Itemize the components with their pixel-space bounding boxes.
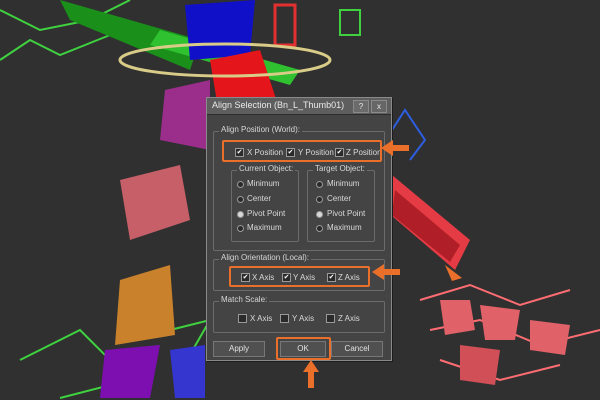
- target-pivot-point-label: Pivot Point: [327, 209, 366, 218]
- red-finger: [440, 300, 475, 335]
- cancel-button[interactable]: Cancel: [331, 341, 383, 357]
- current-maximum-label: Maximum: [247, 223, 282, 232]
- red-finger: [460, 345, 500, 385]
- dialog-titlebar[interactable]: Align Selection (Bn_L_Thumb01) ? x: [207, 98, 391, 115]
- scale-y-axis-label: Y Axis: [292, 314, 315, 323]
- position-highlight-box: [222, 140, 382, 162]
- arrow-up-icon: [303, 360, 319, 388]
- target-pivot-point-radio[interactable]: [316, 211, 323, 218]
- current-minimum-label: Minimum: [247, 179, 280, 188]
- help-button[interactable]: ?: [353, 100, 369, 113]
- blue-block: [185, 0, 255, 60]
- green-rig-curve: [0, 34, 111, 61]
- arrow-left-icon: [372, 264, 400, 280]
- orientation-highlight-box: [229, 266, 370, 287]
- pink-block: [120, 165, 190, 240]
- red-rig-curve: [439, 359, 561, 382]
- current-object-label: Current Object:: [237, 164, 296, 173]
- red-finger: [480, 305, 520, 340]
- green-cube: [339, 9, 361, 36]
- current-center-label: Center: [247, 194, 272, 203]
- match-scale-label: Match Scale:: [219, 295, 270, 304]
- scale-y-axis-checkbox[interactable]: [280, 314, 289, 323]
- scale-z-axis-label: Z Axis: [338, 314, 360, 323]
- red-frame: [273, 3, 297, 47]
- current-minimum-radio[interactable]: [237, 181, 244, 188]
- scale-x-axis-label: X Axis: [250, 314, 273, 323]
- red-finger: [530, 320, 570, 355]
- orange-block: [115, 265, 175, 345]
- arrow-left-icon: [381, 140, 409, 156]
- current-pivot-point-radio[interactable]: [237, 211, 244, 218]
- target-minimum-label: Minimum: [327, 179, 360, 188]
- ok-highlight-box: [276, 337, 331, 360]
- dialog-title: Align Selection (Bn_L_Thumb01): [212, 100, 345, 110]
- current-center-radio[interactable]: [237, 196, 244, 203]
- align-orientation-label: Align Orientation (Local):: [219, 253, 312, 262]
- close-button[interactable]: x: [371, 100, 387, 113]
- current-pivot-point-label: Pivot Point: [247, 209, 286, 218]
- blue-block: [170, 345, 205, 398]
- target-minimum-radio[interactable]: [316, 181, 323, 188]
- target-maximum-radio[interactable]: [316, 225, 323, 232]
- align-selection-dialog[interactable]: Align Selection (Bn_L_Thumb01) ? x Align…: [206, 97, 392, 361]
- target-object-label: Target Object:: [313, 164, 367, 173]
- apply-button[interactable]: Apply: [213, 341, 265, 357]
- target-maximum-label: Maximum: [327, 223, 362, 232]
- green-bone: [60, 0, 200, 70]
- purple-block: [160, 80, 210, 150]
- target-center-radio[interactable]: [316, 196, 323, 203]
- align-position-label: Align Position (World):: [219, 125, 302, 134]
- target-center-label: Center: [327, 194, 352, 203]
- current-maximum-radio[interactable]: [237, 225, 244, 232]
- scale-z-axis-checkbox[interactable]: [326, 314, 335, 323]
- scale-x-axis-checkbox[interactable]: [238, 314, 247, 323]
- violet-block: [100, 345, 160, 398]
